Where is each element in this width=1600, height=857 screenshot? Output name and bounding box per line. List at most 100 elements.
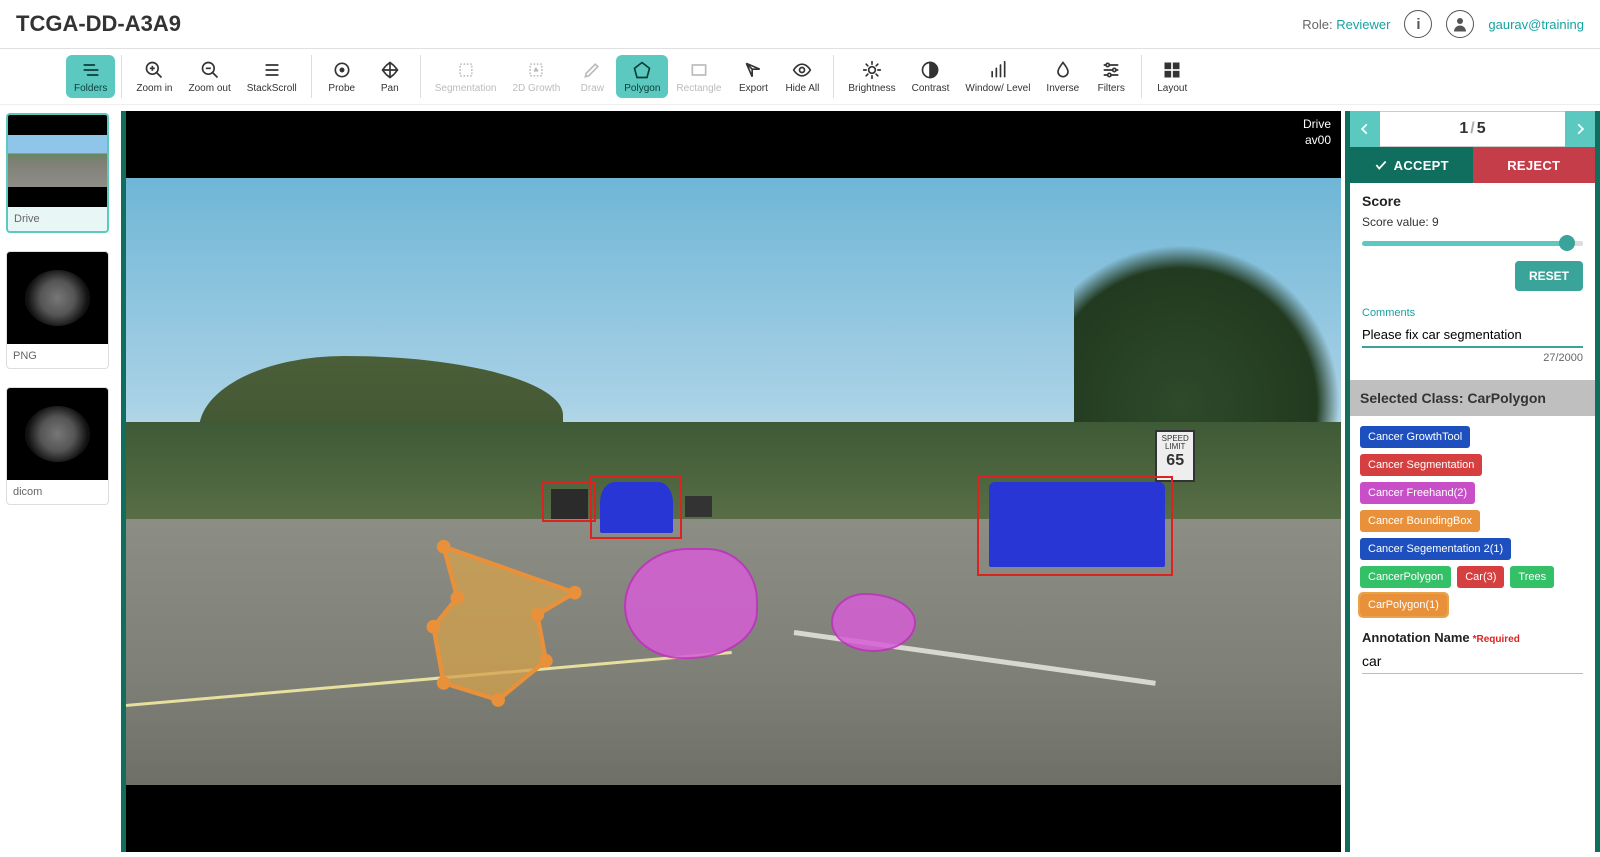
zoomout-icon [199, 59, 221, 81]
tool-label: Zoom out [188, 83, 230, 94]
tool-export[interactable]: Export [729, 55, 777, 98]
folders-icon [80, 59, 102, 81]
score-value-label: Score value: 9 [1362, 215, 1583, 229]
avatar[interactable] [1446, 10, 1474, 38]
comments-input[interactable] [1362, 323, 1583, 348]
overlay-line1: Drive [1303, 117, 1331, 133]
tag-cancerpolygon[interactable]: CancerPolygon [1360, 566, 1451, 588]
thumb-label: Drive [8, 207, 107, 231]
tool-pan[interactable]: Pan [366, 55, 414, 98]
role-text: Role: Reviewer [1302, 17, 1390, 32]
action-row: ACCEPT REJECT [1350, 147, 1595, 183]
thumb-dicom[interactable]: dicom [6, 387, 109, 505]
tag-carpolygon-1-[interactable]: CarPolygon(1) [1360, 594, 1447, 616]
score-section: Score Score value: 9 RESET Comments 27/2… [1350, 183, 1595, 370]
thumb-label: PNG [7, 344, 108, 368]
score-slider[interactable] [1362, 235, 1583, 251]
reject-button[interactable]: REJECT [1473, 147, 1596, 183]
polygon-icon [631, 59, 653, 81]
annotation-name-input[interactable] [1362, 649, 1583, 674]
tag-cancer-freehand-2-[interactable]: Cancer Freehand(2) [1360, 482, 1475, 504]
canvas-scene: SPEED LIMIT 65 [126, 111, 1341, 852]
tool-inverse[interactable]: Inverse [1038, 55, 1087, 98]
header: TCGA-DD-A3A9 Role: Reviewer i gaurav@tra… [0, 0, 1600, 49]
freehand-purple-1[interactable] [624, 548, 758, 659]
zoomin-icon [143, 59, 165, 81]
bbox-car-center[interactable] [590, 476, 682, 539]
hideall-icon [791, 59, 813, 81]
canvas[interactable]: SPEED LIMIT 65 [121, 111, 1341, 852]
tool-label: Zoom in [136, 83, 172, 94]
polygon-orange[interactable] [418, 533, 612, 703]
pager-prev-button[interactable] [1350, 111, 1380, 147]
accept-label: ACCEPT [1394, 158, 1449, 173]
tag-car-3-[interactable]: Car(3) [1457, 566, 1504, 588]
tool-label: Draw [581, 83, 604, 94]
slider-thumb[interactable] [1559, 235, 1575, 251]
tool-label: Pan [381, 83, 399, 94]
thumbnail-panel: Drive PNG dicom [0, 105, 115, 852]
tool-windowlevel[interactable]: Window/ Level [957, 55, 1038, 98]
tool-rectangle: Rectangle [668, 55, 729, 98]
tool-draw: Draw [568, 55, 616, 98]
sidebar: 1 / 5 ACCEPT REJECT Score Score value: 9 [1345, 111, 1600, 852]
pager-sep: / [1470, 120, 1474, 138]
tool-label: Probe [328, 83, 355, 94]
reset-button[interactable]: RESET [1515, 261, 1583, 291]
inverse-icon [1052, 59, 1074, 81]
tag-trees[interactable]: Trees [1510, 566, 1554, 588]
info-icon[interactable]: i [1404, 10, 1432, 38]
tag-cancer-segmentation[interactable]: Cancer Segmentation [1360, 454, 1482, 476]
tool-label: Brightness [848, 83, 895, 94]
class-tags: Cancer GrowthTool Cancer Segmentation Canc… [1350, 426, 1595, 630]
pager-next-button[interactable] [1565, 111, 1595, 147]
comments-label: Comments [1362, 307, 1583, 319]
pan-icon [379, 59, 401, 81]
accept-button[interactable]: ACCEPT [1350, 147, 1473, 183]
tool-probe[interactable]: Probe [318, 55, 366, 98]
tool-label: 2D Growth [512, 83, 560, 94]
growth-icon [525, 59, 547, 81]
main: Drive PNG dicom SPEED LIMIT 65 [0, 105, 1600, 852]
toolbar: Folders Zoom in Zoom out StackScroll Probe Pa… [0, 49, 1600, 105]
tool-label: Folders [74, 83, 107, 94]
bbox-car-right[interactable] [977, 476, 1174, 576]
contrast-icon [919, 59, 941, 81]
tool-layout[interactable]: Layout [1148, 55, 1196, 98]
speed-limit-sign: SPEED LIMIT 65 [1155, 430, 1195, 482]
tool-growth: 2D Growth [504, 55, 568, 98]
thumb-drive[interactable]: Drive [6, 113, 109, 233]
tool-polygon[interactable]: Polygon [616, 55, 668, 98]
tool-filters[interactable]: Filters [1087, 55, 1135, 98]
tool-zoomout[interactable]: Zoom out [180, 55, 238, 98]
selected-class-bar: Selected Class: CarPolygon [1350, 380, 1595, 416]
role-label: Role: [1302, 17, 1332, 32]
thumb-image [8, 115, 107, 207]
tool-contrast[interactable]: Contrast [904, 55, 958, 98]
segmentation-icon [455, 59, 477, 81]
pager-total: 5 [1477, 120, 1486, 138]
canvas-overlay-text: Drive av00 [1303, 117, 1331, 148]
tool-folders[interactable]: Folders [66, 55, 115, 98]
rectangle-icon [688, 59, 710, 81]
tag-cancer-segementation-2-1-[interactable]: Cancer Segementation 2(1) [1360, 538, 1511, 560]
brightness-icon [861, 59, 883, 81]
sign-num: 65 [1157, 453, 1193, 469]
tool-zoomin[interactable]: Zoom in [128, 55, 180, 98]
thumb-png[interactable]: PNG [6, 251, 109, 369]
user-link[interactable]: gaurav@training [1488, 17, 1584, 32]
header-right: Role: Reviewer i gaurav@training [1302, 10, 1584, 38]
selected-class-prefix: Selected Class: [1360, 390, 1467, 406]
bbox-car-left[interactable] [542, 482, 597, 522]
tool-label: Rectangle [676, 83, 721, 94]
filters-icon [1100, 59, 1122, 81]
annotation-name-label: Annotation Name*Required [1350, 630, 1595, 645]
car-dark-2 [685, 496, 712, 517]
tool-stackscroll[interactable]: StackScroll [239, 55, 305, 98]
tool-label: Hide All [785, 83, 819, 94]
tool-hideall[interactable]: Hide All [777, 55, 827, 98]
tool-brightness[interactable]: Brightness [840, 55, 903, 98]
tag-cancer-growthtool[interactable]: Cancer GrowthTool [1360, 426, 1470, 448]
comments-counter: 27/2000 [1362, 352, 1583, 364]
tag-cancer-boundingbox[interactable]: Cancer BoundingBox [1360, 510, 1480, 532]
